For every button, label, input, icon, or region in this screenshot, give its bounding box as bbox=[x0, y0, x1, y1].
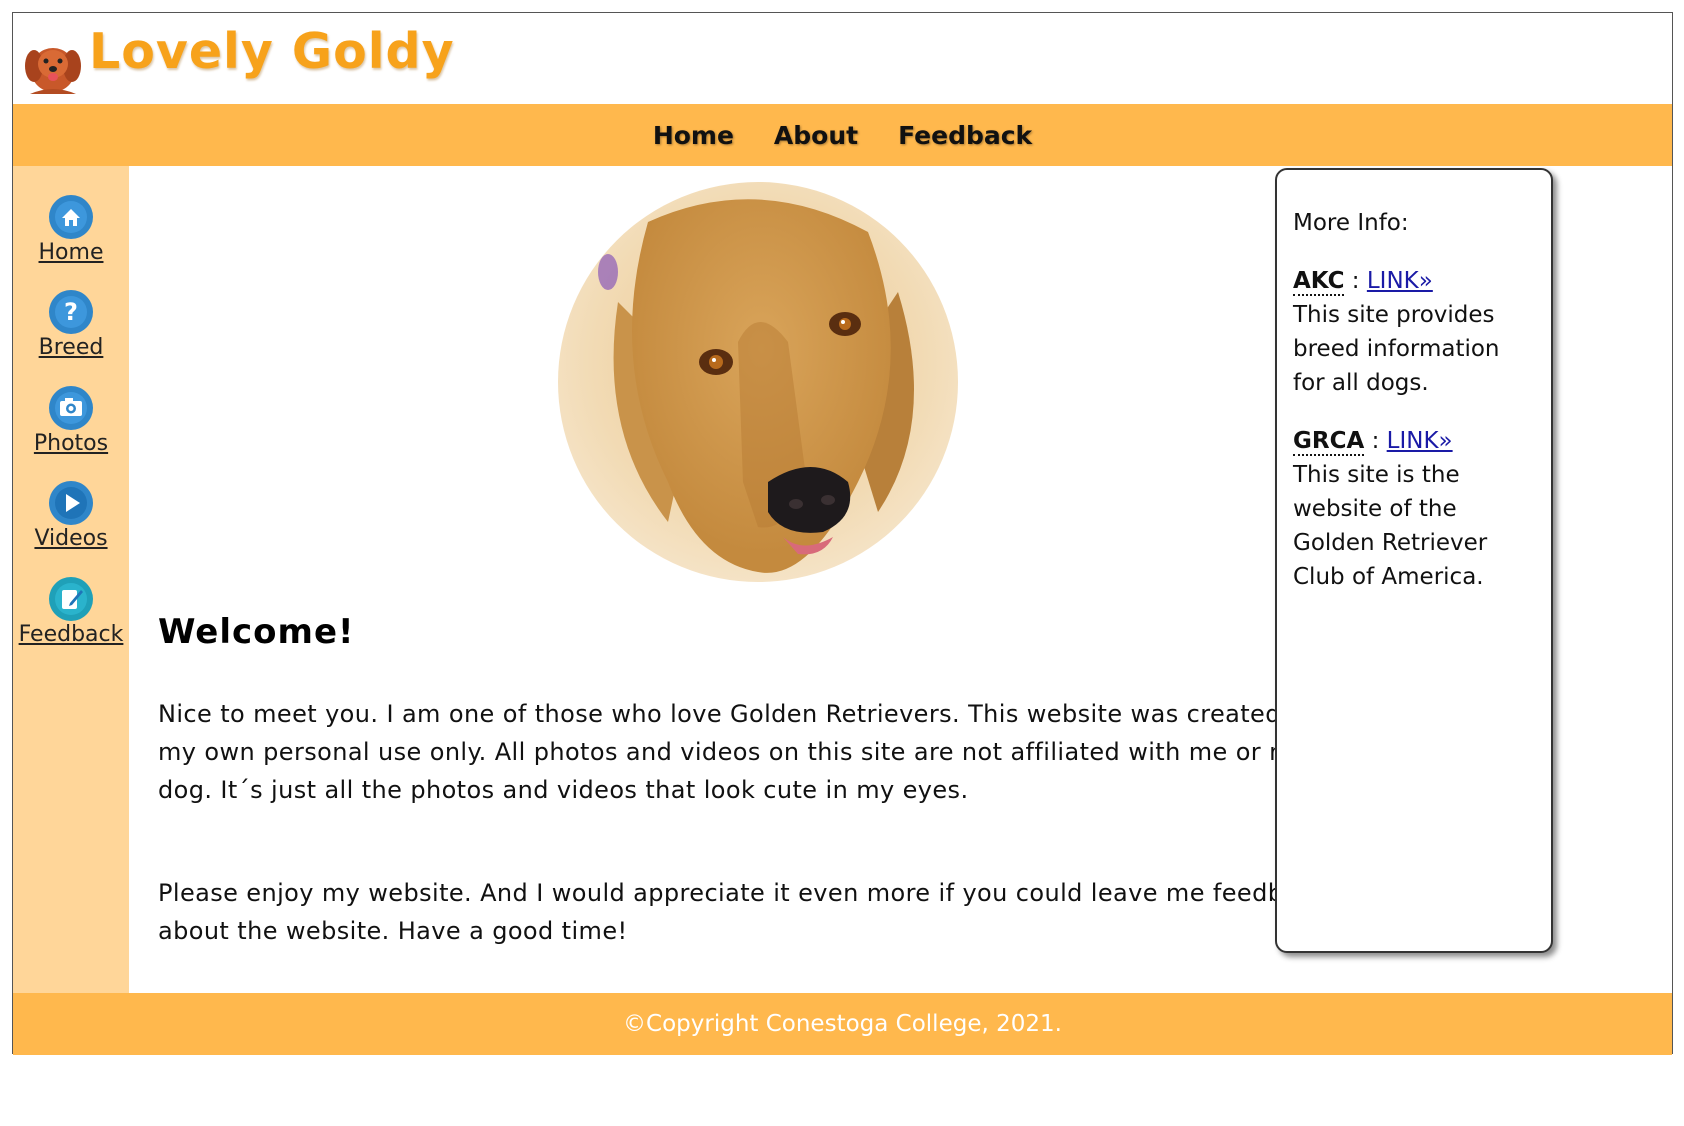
sidebar-item-home[interactable]: Home bbox=[13, 194, 129, 265]
grca-abbreviation[interactable]: GRCA bbox=[1293, 428, 1365, 456]
sidebar-item-videos[interactable]: Videos bbox=[13, 480, 129, 551]
site-header: Lovely Goldy bbox=[13, 13, 1672, 104]
intro-paragraph: Nice to meet you. I am one of those who … bbox=[158, 700, 1324, 804]
copyright-text: ©Copyright Conestoga College, 2021. bbox=[623, 1011, 1062, 1037]
akc-link[interactable]: LINK» bbox=[1367, 268, 1433, 294]
site-title[interactable]: Lovely Goldy bbox=[89, 23, 455, 80]
dog-logo-icon[interactable] bbox=[22, 34, 84, 96]
sidebar-item-label: Feedback bbox=[18, 622, 124, 647]
question-icon: ? bbox=[49, 290, 93, 334]
sidebar-item-label: Home bbox=[38, 240, 104, 265]
play-icon bbox=[49, 481, 93, 525]
nav-home-link[interactable]: Home bbox=[653, 121, 734, 150]
nav-feedback-link[interactable]: Feedback bbox=[898, 121, 1032, 150]
sidebar-item-label: Videos bbox=[34, 526, 108, 551]
grca-link[interactable]: LINK» bbox=[1387, 428, 1453, 454]
info-entry-akc: AKC : LINK» This site provides breed inf… bbox=[1293, 264, 1535, 400]
sidebar-item-feedback[interactable]: Feedback bbox=[13, 576, 129, 647]
sidebar-item-label: Breed bbox=[38, 335, 104, 360]
separator: : bbox=[1344, 268, 1367, 294]
info-entry-grca: GRCA : LINK» This site is the website of… bbox=[1293, 424, 1535, 594]
main-content: Welcome! Nice to meet you. I am one of t… bbox=[129, 166, 1372, 993]
edit-note-icon bbox=[49, 577, 93, 621]
grca-description: This site is the website of the Golden R… bbox=[1293, 462, 1488, 590]
sidebar: Home ? Breed Photos Videos Feedback bbox=[13, 166, 129, 993]
separator: : bbox=[1364, 428, 1387, 454]
enjoy-paragraph: Please enjoy my website. And I would app… bbox=[158, 879, 1327, 945]
more-info-box: More Info: AKC : LINK» This site provide… bbox=[1275, 168, 1553, 953]
site-footer: ©Copyright Conestoga College, 2021. bbox=[13, 993, 1672, 1055]
sidebar-item-breed[interactable]: ? Breed bbox=[13, 289, 129, 360]
welcome-heading: Welcome! bbox=[158, 612, 355, 652]
sidebar-item-photos[interactable]: Photos bbox=[13, 385, 129, 456]
svg-text:?: ? bbox=[64, 298, 78, 326]
akc-description: This site provides breed information for… bbox=[1293, 302, 1500, 396]
top-nav: Home About Feedback bbox=[13, 104, 1672, 166]
sidebar-item-label: Photos bbox=[33, 431, 109, 456]
home-icon bbox=[49, 195, 93, 239]
golden-retriever-photo bbox=[558, 182, 958, 582]
nav-about-link[interactable]: About bbox=[774, 121, 858, 150]
more-info-title: More Info: bbox=[1293, 210, 1409, 236]
page-frame: Lovely Goldy Home About Feedback Home ? … bbox=[12, 12, 1673, 1055]
camera-icon bbox=[49, 386, 93, 430]
akc-abbreviation[interactable]: AKC bbox=[1293, 268, 1345, 296]
